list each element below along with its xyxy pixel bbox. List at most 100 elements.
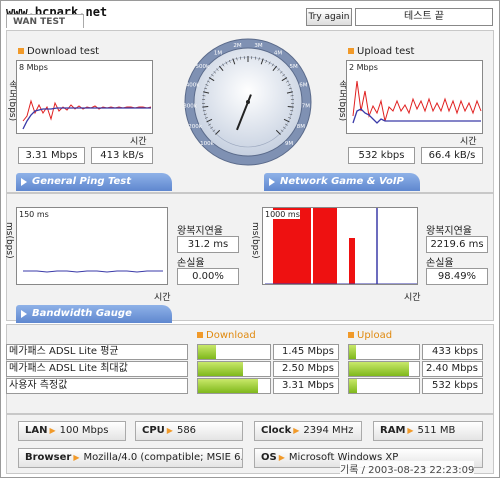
arrow-right-icon: ▶ [166,426,173,435]
bandwidth-row-label: 메가패스 ADSL Lite 평균 [6,344,188,360]
browser-info: Browser ▶ Mozilla/4.0 (compatible; MSIE 6.… [18,448,243,468]
gauge-tick-label: 200k [188,124,202,130]
speed-gauge: 100k 200k 300k 400k 500k 1M 2M 3M 4M 5M 6M 7M 8M 9M [183,38,312,166]
upload-speed-value: 532 kbps [348,147,415,164]
download-xlabel: 시간 [130,137,147,147]
tab-bandwidth-gauge[interactable]: Bandwidth Gauge [16,305,172,323]
bandwidth-download-bar-fill [198,345,216,359]
gauge-tick-label: 3M [254,43,262,49]
bandwidth-download-bar [197,344,271,360]
bandwidth-row-label: 사용자 측정값 [6,378,188,394]
os-label: OS [261,452,277,463]
gauge-tick [202,105,209,108]
game-loss-block [349,238,355,284]
bandwidth-download-header-text: Download [206,330,256,341]
bandwidth-download-value: 1.45 Mbps [273,344,339,360]
upload-plot: 2 Mbps [346,60,483,134]
cpu-value: 586 [176,425,197,436]
ram-value: 511 MB [417,425,456,436]
tab-wan-test[interactable]: WAN TEST [6,14,84,28]
upload-graph [352,80,482,124]
game-loss-label: 손실율 [426,258,454,269]
try-again-button[interactable]: Try again [306,8,352,26]
status-box: 테스트 끝 [355,8,493,26]
arrow-right-icon: ▶ [278,453,285,462]
arrow-right-icon: ▶ [73,453,80,462]
orange-bullet-icon [197,332,203,338]
cpu-info: CPU ▶ 586 [135,421,243,441]
bandwidth-upload-bar [348,361,420,377]
gauge-tick-label: 7M [302,104,310,110]
ping-graph [23,270,163,273]
bandwidth-upload-bar [348,378,420,394]
ping-series-blue [23,270,163,273]
upload-title: Upload test [348,46,414,57]
ping-loss-label: 손실율 [177,258,205,269]
ping-xlabel: 시간 [154,293,171,303]
browser-label: Browser [25,452,72,463]
ping-axis-label: ms(bps) [4,222,14,259]
upload-series-red [352,80,482,122]
orange-bullet-icon [348,48,354,54]
bandwidth-download-bar [197,361,271,377]
game-xlabel: 시간 [404,293,421,303]
bandwidth-upload-header: Upload [348,330,392,341]
bandwidth-download-bar-fill [198,379,258,393]
orange-bullet-icon [348,332,354,338]
gauge-tick-label: 8M [297,124,305,130]
bandwidth-download-header: Download [197,330,256,341]
lan-label: LAN [25,425,48,436]
gauge-hub [246,100,250,104]
arrow-right-icon: ▶ [293,426,300,435]
game-plot: 1000 ms [262,207,418,285]
clock-info: Clock ▶ 2394 MHz [254,421,362,441]
bandwidth-download-bar-fill [198,362,243,376]
bandwidth-upload-value: 433 kbps [422,344,483,360]
game-graph [265,208,417,284]
gauge-tick-label: 6M [299,83,307,89]
clock-label: Clock [261,425,292,436]
upload-title-text: Upload test [357,46,415,57]
bandwidth-download-value: 2.50 Mbps [273,361,339,377]
gauge-tick-label: 300k [183,104,197,110]
gauge-tick-label: 9M [285,141,293,147]
gauge-tick-label: 4M [274,50,282,56]
arrow-right-icon: ▶ [407,426,414,435]
bandwidth-upload-bar-fill [349,345,356,359]
game-loss-value: 98.49% [426,268,488,285]
bandwidth-upload-header-text: Upload [357,330,393,341]
download-series-red [22,99,152,122]
tab-network-game-voip-test[interactable]: Network Game & VoIP Test [264,173,420,205]
browser-value: Mozilla/4.0 (compatible; MSIE 6.0 [83,452,243,463]
game-scale: 1000 ms [265,210,300,219]
lan-value: 100 Mbps [59,425,109,436]
bandwidth-upload-bar-fill [349,379,358,393]
bandwidth-download-value: 3.31 Mbps [273,378,339,394]
gauge-tick-label: 2M [233,43,241,49]
game-loss-block [313,208,337,284]
bandwidth-upload-bar [348,344,420,360]
tab-general-ping-test[interactable]: General Ping Test [16,173,172,191]
clock-value: 2394 MHz [303,425,354,436]
bandwidth-upload-value: 2.40 Mbps [422,361,483,377]
arrow-right-icon: ▶ [49,426,56,435]
game-rtt-label: 왕복지연율 [426,226,472,237]
game-axis-label: ms(bps) [250,222,260,259]
download-plot: 8 Mbps [16,60,153,134]
bandwidth-upload-bar-fill [349,362,410,376]
gauge-tick-label: 400k [186,83,200,89]
download-rate-value: 413 kB/s [91,147,153,164]
bandwidth-upload-value: 532 kbps [422,378,483,394]
bandwidth-row-label: 메가패스 ADSL Lite 최대값 [6,361,188,377]
gauge-tick-label: 1M [214,50,222,56]
download-graph [22,99,152,130]
gauge-tick-label: 5M [290,64,298,70]
ram-info: RAM ▶ 511 MB [373,421,483,441]
ping-loss-value: 0.00% [177,268,239,285]
upload-series-blue [352,108,481,124]
gauge-tick [287,105,294,108]
game-rtt-value: 2219.6 ms [426,236,488,253]
record-timestamp: 기록 / 2003-08-23 22:23:09 [340,461,475,476]
download-title-text: Download test [27,46,100,57]
ram-label: RAM [380,425,406,436]
